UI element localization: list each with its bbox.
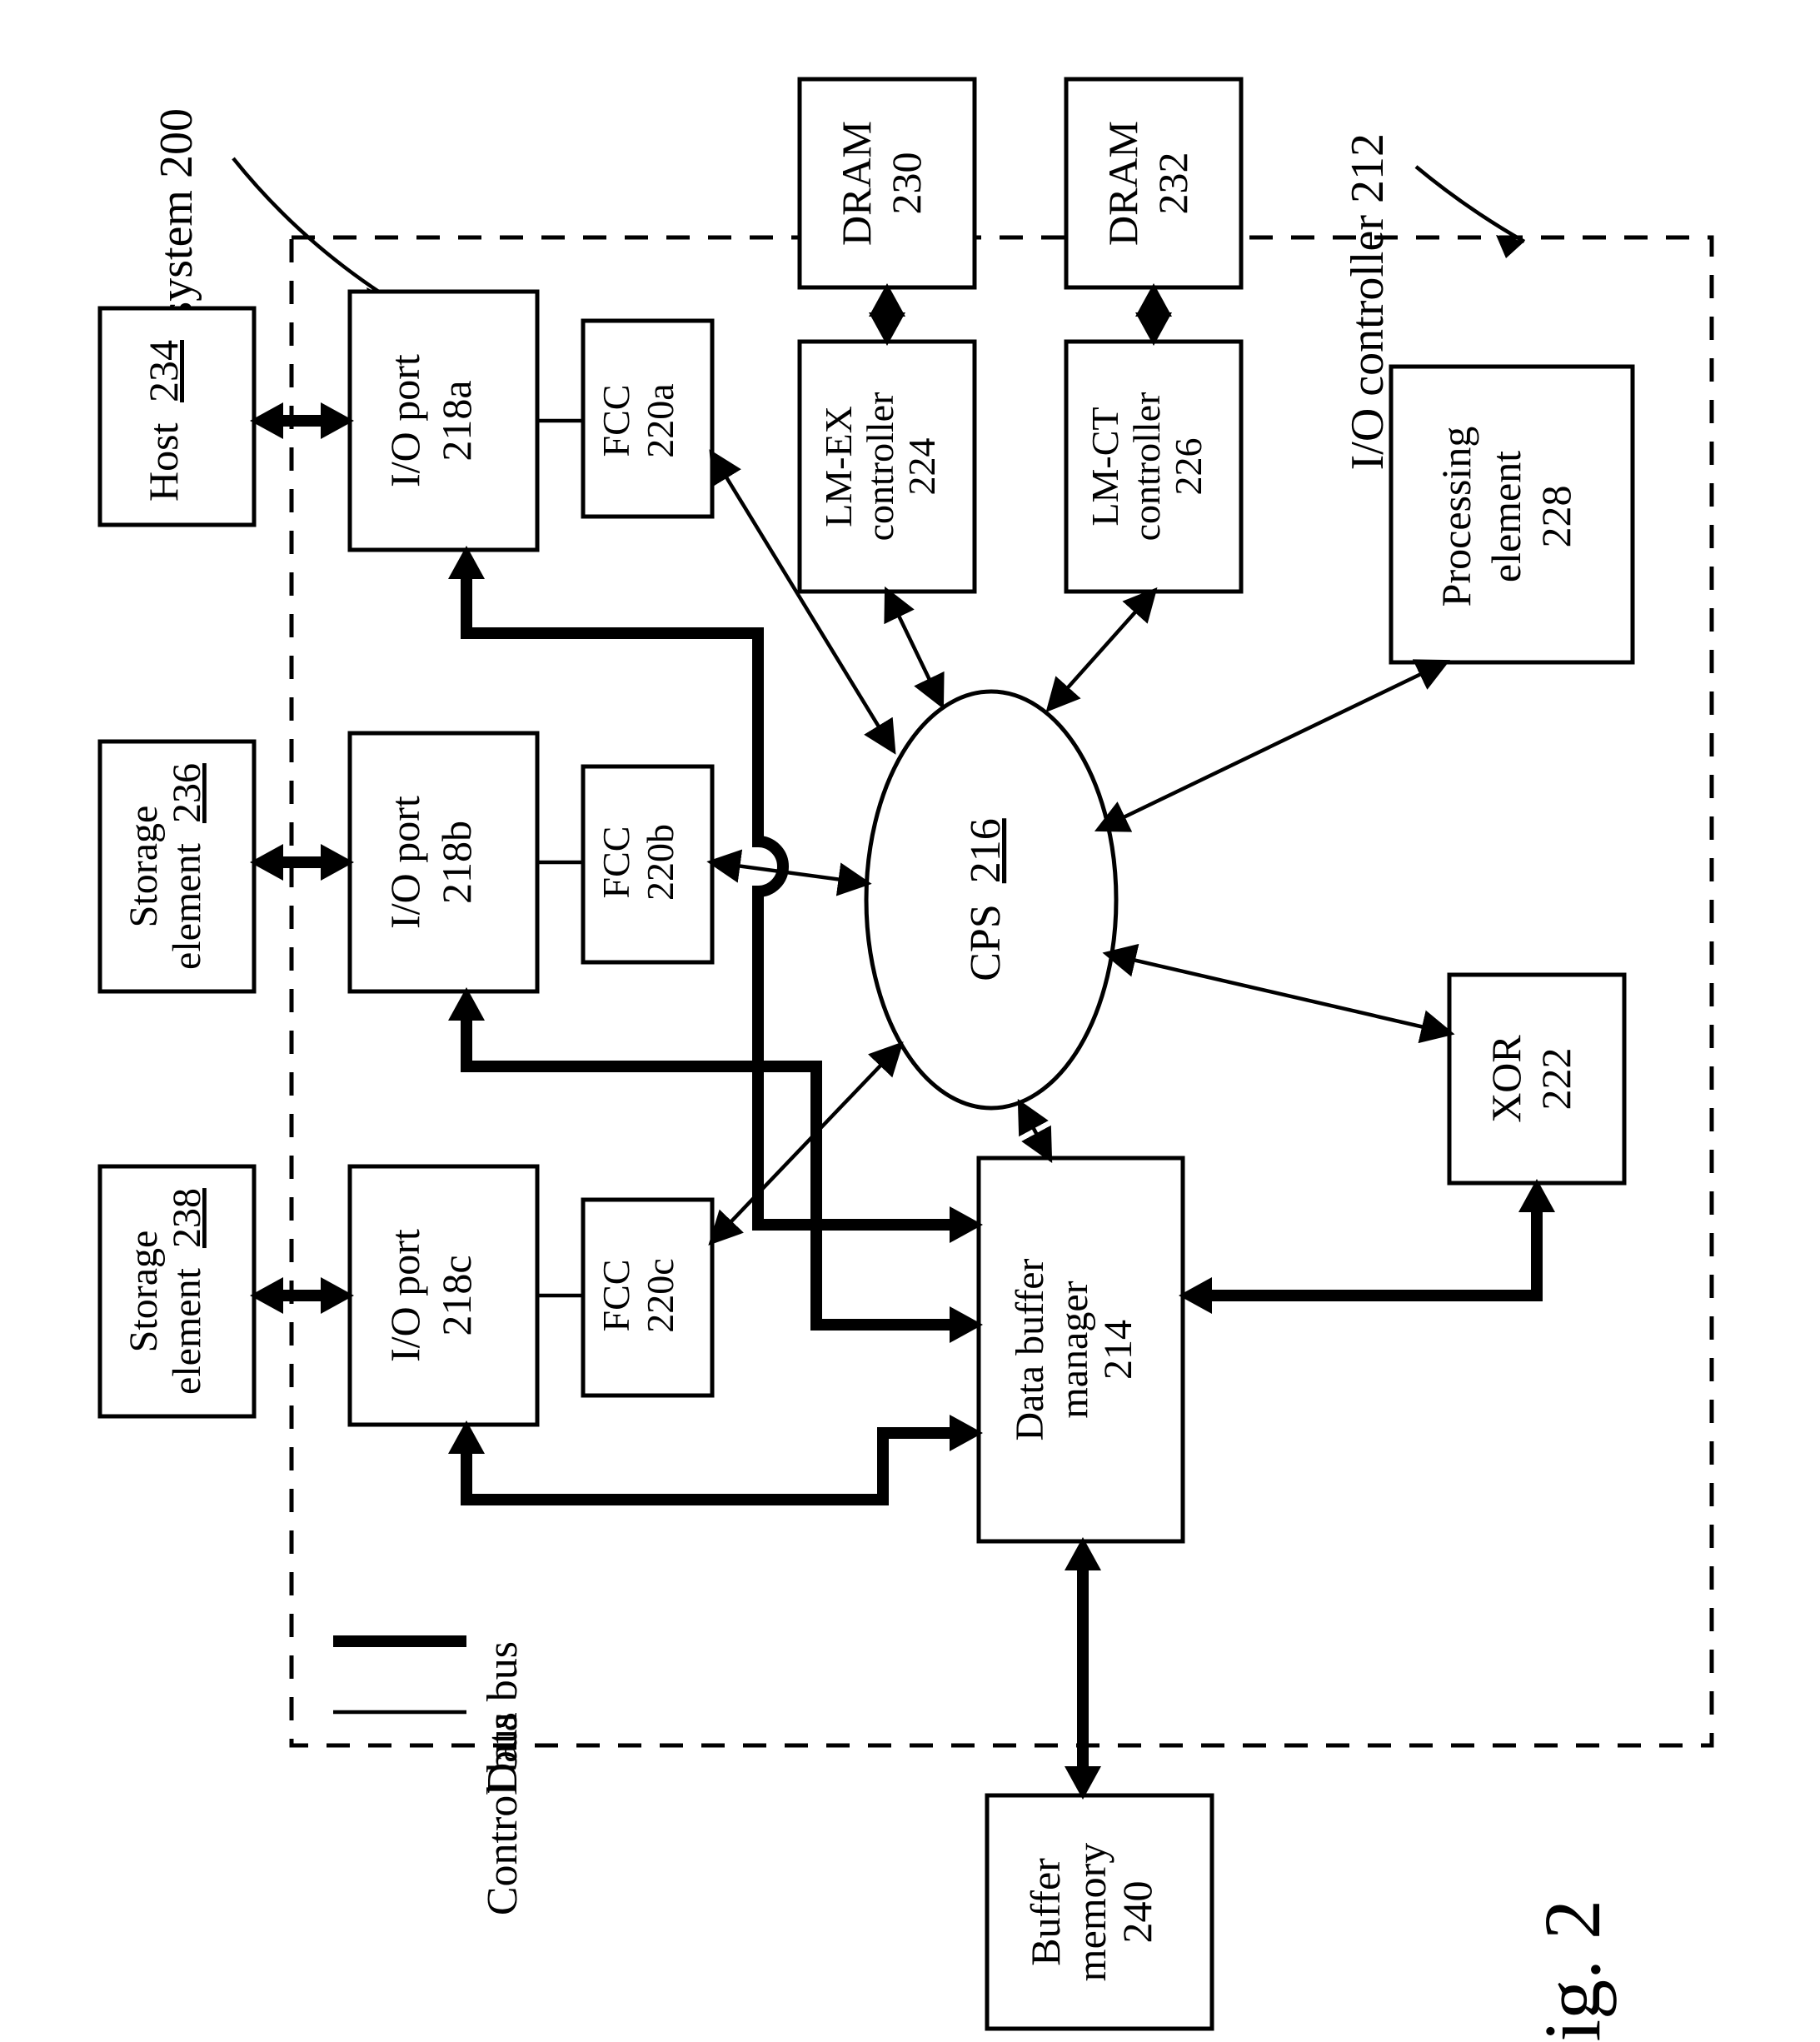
bus-host-ioa (250, 402, 354, 439)
bus-xor-dbm (1179, 1179, 1555, 1314)
xor-line1: XOR (1483, 1035, 1529, 1123)
xor-box: XOR 222 (1449, 975, 1624, 1183)
lm-ex-box: LM-EX controller 224 (800, 342, 975, 592)
io-port-c-line1: I/O port (381, 1229, 428, 1362)
fcc-c-line1: FCC (595, 1260, 637, 1332)
processing-element-box: Processing element 228 (1391, 367, 1633, 662)
bus-fccb-cps (712, 862, 866, 883)
legend: Data bus Control bus (333, 1641, 526, 1915)
fcc-b-box: FCC 220b (583, 766, 712, 962)
processing-line2: element (1483, 451, 1529, 582)
processing-line1: Processing (1433, 427, 1479, 607)
fcc-a-num: 220a (639, 383, 681, 457)
lm-ct-line1: LM-CT (1084, 407, 1126, 526)
fcc-a-line1: FCC (595, 385, 637, 457)
fcc-c-box: FCC 220c (583, 1200, 712, 1395)
fcc-c-num: 220c (639, 1258, 681, 1332)
io-port-b-box: I/O port 218b (350, 733, 537, 991)
host-num: 234 (140, 340, 187, 402)
bus-dram2-lmct (1135, 283, 1172, 346)
dbm-num: 214 (1096, 1320, 1140, 1380)
storage-1-num: 236 (165, 763, 209, 823)
lm-ex-line1: LM-EX (817, 406, 860, 527)
bus-dbm-bufmem (1065, 1537, 1101, 1800)
svg-text:element 236: element 236 (165, 763, 209, 970)
processing-num: 228 (1533, 486, 1579, 548)
storage-2-line2: element (165, 1267, 209, 1395)
io-port-a-line1: I/O port (381, 354, 428, 487)
storage-2-num: 238 (165, 1188, 209, 1248)
fcc-a-box: FCC 220a (583, 321, 712, 517)
dbm-line2: manager (1052, 1281, 1096, 1418)
cps-num: 216 (962, 818, 1010, 883)
leader-system (233, 158, 391, 300)
io-port-a-num: 218a (433, 380, 480, 461)
bufmem-line1: Buffer (1022, 1858, 1069, 1966)
dram-1-box: DRAM 230 (800, 79, 975, 287)
cps-ellipse: CPS 216 (866, 691, 1116, 1108)
svg-text:element 238: element 238 (165, 1188, 209, 1395)
io-port-a-box: I/O port 218a (350, 292, 537, 550)
data-buffer-manager-box: Data buffer manager 214 (979, 1158, 1183, 1541)
host-label: Host (140, 422, 187, 502)
bus-fccc-cps (712, 1046, 900, 1241)
legend-control-bus: Control bus (479, 1712, 526, 1915)
dram-1-line1: DRAM (833, 121, 880, 246)
xor-num: 222 (1533, 1048, 1579, 1111)
host-box: Host 234 (100, 308, 254, 525)
bus-lmex-cps (887, 592, 941, 704)
svg-text:Host 234: Host 234 (140, 340, 187, 502)
storage-2-line1: Storage (122, 1231, 166, 1353)
io-port-b-line1: I/O port (381, 796, 428, 929)
storage-element-2-box: Storage element 238 (100, 1166, 254, 1416)
bufmem-num: 240 (1114, 1881, 1160, 1944)
lm-ct-line2: controller (1125, 392, 1168, 542)
bus-dram1-lmex (869, 283, 905, 346)
dbm-line1: Data buffer (1008, 1258, 1052, 1440)
io-port-b-num: 218b (433, 821, 480, 904)
lm-ct-num: 226 (1167, 438, 1209, 496)
dram-2-box: DRAM 232 (1066, 79, 1241, 287)
controller-label: I/O controller 212 (1342, 133, 1394, 470)
svg-text:CPS 216: CPS 216 (962, 818, 1010, 981)
dram-1-num: 230 (883, 152, 930, 215)
fcc-b-num: 220b (639, 824, 681, 901)
figure-title: Fig. 2 (1528, 1900, 1617, 2042)
bus-lmct-cps (1050, 592, 1154, 708)
bus-proc-cps (1099, 662, 1445, 829)
storage-element-1-box: Storage element 236 (100, 741, 254, 991)
buffer-memory-box: Buffer memory 240 (987, 1795, 1212, 2029)
dram-2-num: 232 (1149, 152, 1196, 215)
cps-line1: CPS (962, 904, 1010, 981)
bus-xor-cps (1108, 954, 1449, 1033)
bus-se1-iob (250, 844, 354, 881)
fcc-b-line1: FCC (595, 826, 637, 899)
storage-1-line2: element (165, 842, 209, 970)
lm-ex-line2: controller (859, 392, 901, 542)
io-port-c-num: 218c (433, 1255, 480, 1336)
dram-2-line1: DRAM (1099, 121, 1146, 246)
bus-ioc-dbm (448, 1415, 983, 1500)
leader-controller (1416, 167, 1524, 242)
bus-dbm-cps (1020, 1104, 1050, 1158)
bufmem-line2: memory (1068, 1843, 1114, 1982)
storage-1-line1: Storage (122, 806, 166, 928)
lm-ex-num: 224 (900, 438, 943, 496)
bus-se2-ioc (250, 1277, 354, 1314)
io-port-c-box: I/O port 218c (350, 1166, 537, 1425)
lm-ct-box: LM-CT controller 226 (1066, 342, 1241, 592)
